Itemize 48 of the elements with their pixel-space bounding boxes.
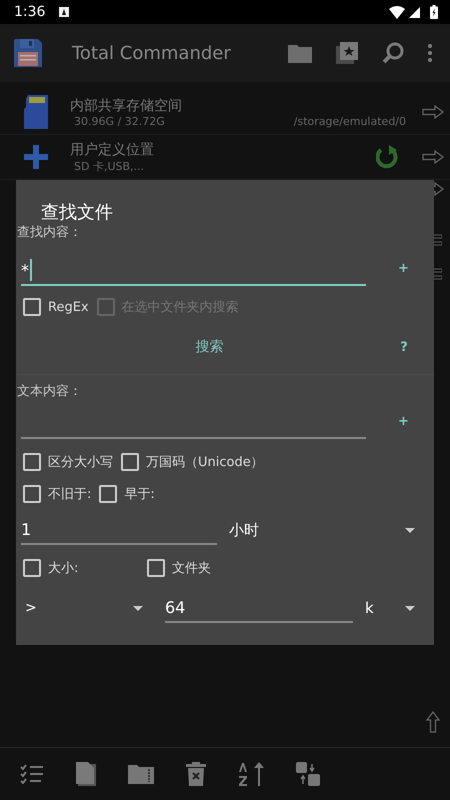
more-icon[interactable] [428, 44, 432, 62]
app-title: Total Commander [72, 42, 231, 64]
checklist-icon[interactable] [20, 764, 44, 784]
checkbox-label: RegEx [48, 300, 89, 314]
checkbox-label: 文件夹 [172, 560, 211, 577]
operator-dropdown[interactable]: > [25, 593, 143, 623]
search-field[interactable]: * [21, 256, 366, 286]
delete-icon[interactable] [186, 762, 206, 786]
sort-icon[interactable] [238, 762, 264, 786]
checkbox-label: 大小: [48, 560, 78, 577]
storage-size: 30.96G / 32.72G [73, 114, 165, 128]
size-field[interactable]: 64 [165, 593, 353, 623]
zip-folder-icon[interactable] [128, 764, 154, 784]
plus-icon [24, 145, 48, 169]
checkbox-label: 不旧于: [48, 486, 92, 503]
sd-card-icon [24, 95, 48, 129]
text-content-label: 文本内容： [17, 383, 83, 401]
clock: 1:36 [14, 4, 46, 20]
age-field[interactable]: 1 [21, 515, 217, 545]
search-icon[interactable] [382, 42, 404, 64]
storage-item[interactable]: 内部共享存储空间 30.96G / 32.72G /storage/emulated/0 [0, 90, 450, 135]
checkbox-label: 早于: [124, 486, 155, 503]
help-button[interactable]: ? [374, 338, 434, 356]
time-unit-dropdown[interactable]: 小时 [229, 515, 415, 545]
dialog-title: 查找文件 [41, 202, 113, 224]
swap-icon[interactable] [296, 762, 320, 786]
checkbox-label: 区分大小写 [48, 454, 113, 471]
folder-icon[interactable] [288, 43, 312, 63]
search-button[interactable]: 搜索 [17, 337, 374, 357]
storage-path: /storage/emulated/0 [292, 114, 406, 128]
notification-icon [59, 7, 70, 17]
search-label: 查找内容： [17, 224, 83, 242]
battery-icon [430, 5, 438, 19]
refresh-icon[interactable] [376, 144, 400, 170]
arrow-right-icon[interactable] [422, 105, 444, 119]
storage-title: 用户定义位置 [70, 140, 155, 158]
bookmark-folder-icon[interactable] [336, 42, 358, 64]
storage-size: SD 卡,USB,... [73, 158, 144, 174]
add-button[interactable]: + [398, 261, 409, 276]
checkbox-label: 万国码（Unicode） [146, 454, 264, 471]
file-icon[interactable] [76, 762, 96, 786]
arrow-right-icon[interactable] [422, 150, 444, 164]
wifi-icon [389, 6, 405, 18]
arrow-up-icon[interactable] [426, 711, 440, 733]
size-unit-dropdown[interactable]: k [365, 593, 415, 623]
signal-icon [409, 6, 420, 18]
add-button[interactable]: + [398, 414, 409, 429]
storage-title: 内部共享存储空间 [70, 96, 183, 114]
